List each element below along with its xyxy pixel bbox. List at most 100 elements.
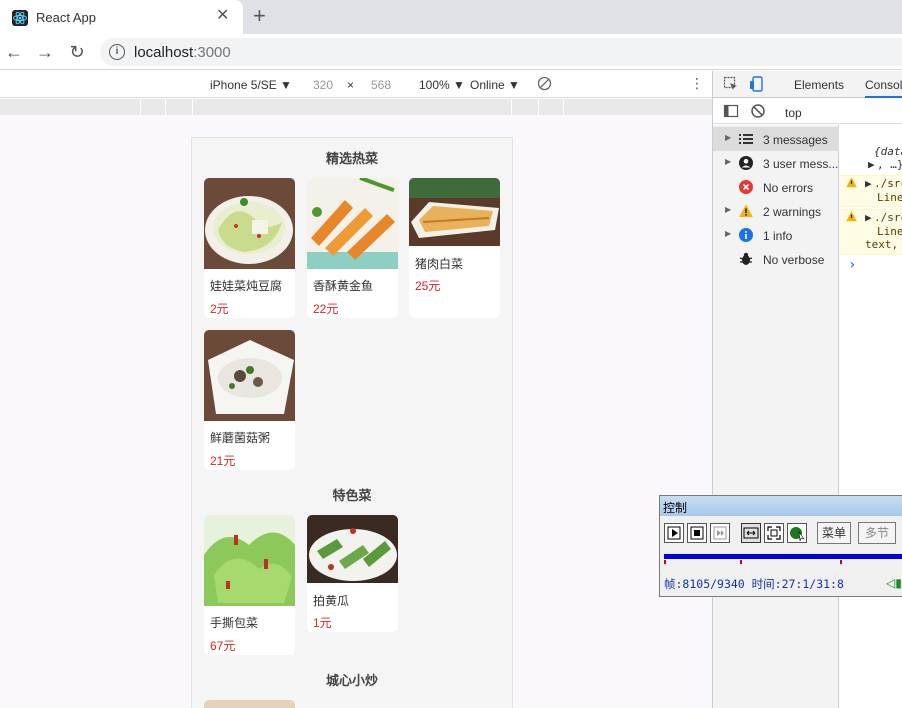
dish-card[interactable]: 拍黄瓜 1元 [307,515,398,632]
inspect-element-icon[interactable] [723,76,739,92]
step-icon[interactable] [710,523,730,543]
clear-console-icon[interactable] [750,103,766,119]
dish-card[interactable]: 猪肉白菜 25元 [409,178,500,318]
record-icon[interactable] [787,523,807,543]
dish-price: 21元 [210,454,236,468]
reload-icon[interactable]: ↻ [65,40,89,64]
player-control-window: 控制 菜单 多节 帧:8105/9340 时间:27:1/31:8 ◁▮ [659,495,902,597]
user-icon [739,156,753,170]
forward-arrow-icon[interactable]: → [33,40,57,64]
sidebar-item-label: No verbose [763,253,825,267]
device-height-input[interactable]: 568 [371,78,391,92]
tab-console[interactable]: Console [865,78,902,98]
device-select[interactable]: iPhone 5/SE ▼ [210,78,292,92]
dish-price: 2元 [210,302,229,316]
playback-status: 帧:8105/9340 时间:27:1/31:8 [664,577,844,591]
console-filter-bar: top [713,99,902,124]
device-toolbar: iPhone 5/SE ▼ 320 × 568 100% ▼ Online ▼ … [0,71,712,98]
tab-strip: React App ✕ + [0,0,902,34]
sidebar-item-errors[interactable]: No errors [713,175,839,199]
error-icon [739,180,753,194]
dish-photo [409,178,500,246]
expand-arrow-icon[interactable]: ▶ [725,205,731,214]
warning-text: text, [865,238,899,251]
devtools-panel: Elements Console top ▶ 3 messages ▶ 3 us… [712,71,902,708]
expand-arrow-icon[interactable]: ▶ [725,229,731,238]
fit-window-icon[interactable] [741,523,761,543]
close-tab-icon[interactable]: ✕ [216,8,229,24]
warning-source[interactable]: ./src [874,177,902,190]
more-options-icon[interactable]: ⋮ [690,75,704,92]
new-tab-icon[interactable]: + [253,5,266,27]
sidebar-item-messages[interactable]: ▶ 3 messages [713,127,839,151]
fullscreen-icon[interactable] [764,523,784,543]
device-toggle-icon[interactable] [749,76,765,92]
tab-elements[interactable]: Elements [794,78,844,92]
sidebar-toggle-icon[interactable] [723,103,739,119]
address-bar[interactable]: i localhost:3000 [100,38,902,66]
back-arrow-icon[interactable]: ← [2,40,26,64]
sidebar-item-label: 3 messages [763,133,828,147]
dish-photo [307,515,398,583]
menu-button[interactable]: 菜单 [817,522,851,544]
expand-arrow-icon[interactable]: ▶ [725,157,731,166]
url-text: localhost:3000 [134,44,231,61]
dish-card[interactable] [204,700,295,708]
dish-card[interactable]: 鲜蘑菌菇粥 21元 [204,330,295,470]
dish-card[interactable]: 手撕包菜 67元 [204,515,295,655]
network-select[interactable]: Online ▼ [470,78,520,92]
dish-photo [204,330,295,421]
console-log: {data ▶ , …} ▶ ./src Line ▶ ./src Line t… [840,125,902,708]
dish-name: 香酥黄金鱼 [313,279,374,293]
sidebar-item-verbose[interactable]: No verbose [713,247,839,271]
category-title: 精选热菜 [325,151,378,166]
console-sidebar: ▶ 3 messages ▶ 3 user mess... No errors … [713,125,839,708]
dish-name: 鲜蘑菌菇粥 [210,431,271,445]
media-query-ruler [0,99,712,115]
stop-icon[interactable] [687,523,707,543]
devtools-tab-bar: Elements Console [713,71,902,98]
dish-name: 拍黄瓜 [313,594,350,608]
log-object[interactable]: {data [874,145,902,158]
play-icon[interactable] [664,523,684,543]
warning-line: Line [877,191,902,204]
browser-tab[interactable]: React App ✕ [0,0,243,34]
progress-tick [840,560,842,564]
browser-toolbar: ← → ↻ i localhost:3000 [0,34,902,70]
rotate-icon[interactable] [537,76,552,94]
dish-photo [204,178,295,269]
dish-card[interactable]: 娃娃菜炖豆腐 2元 [204,178,295,318]
info-icon [739,228,753,242]
context-selector[interactable]: top [785,106,802,120]
multi-section-button[interactable]: 多节 [858,522,896,544]
dish-card[interactable]: 香酥黄金鱼 22元 [307,178,398,318]
dish-name: 娃娃菜炖豆腐 [210,279,283,293]
dish-photo [204,515,295,606]
control-window-title[interactable]: 控制 [660,496,902,516]
warning-source[interactable]: ./src [874,211,902,224]
dish-photo [307,178,398,269]
sidebar-item-user-messages[interactable]: ▶ 3 user mess... [713,151,839,175]
list-icon [739,132,753,146]
tab-title: React App [36,10,96,25]
warning-line: Line [877,225,902,238]
dimension-separator: × [347,78,355,92]
volume-icon[interactable]: ◁▮ [886,576,902,590]
sidebar-item-label: 1 info [763,229,793,243]
console-prompt[interactable]: › [848,257,902,273]
expand-arrow-icon[interactable]: ▶ [725,133,731,142]
device-width-input[interactable]: 320 [313,78,333,92]
react-logo-icon [12,10,28,26]
sidebar-item-warnings[interactable]: ▶ 2 warnings [713,199,839,223]
warning-icon [739,204,753,218]
sidebar-item-info[interactable]: ▶ 1 info [713,223,839,247]
dish-price: 25元 [415,279,441,293]
progress-tick [664,560,666,564]
bug-icon [739,252,753,266]
sidebar-item-label: 3 user mess... [763,157,839,171]
progress-bar[interactable] [664,554,902,559]
zoom-select[interactable]: 100% ▼ [419,78,465,92]
dish-price: 67元 [210,639,236,653]
dish-price: 22元 [313,302,339,316]
site-info-icon[interactable]: i [109,44,125,60]
